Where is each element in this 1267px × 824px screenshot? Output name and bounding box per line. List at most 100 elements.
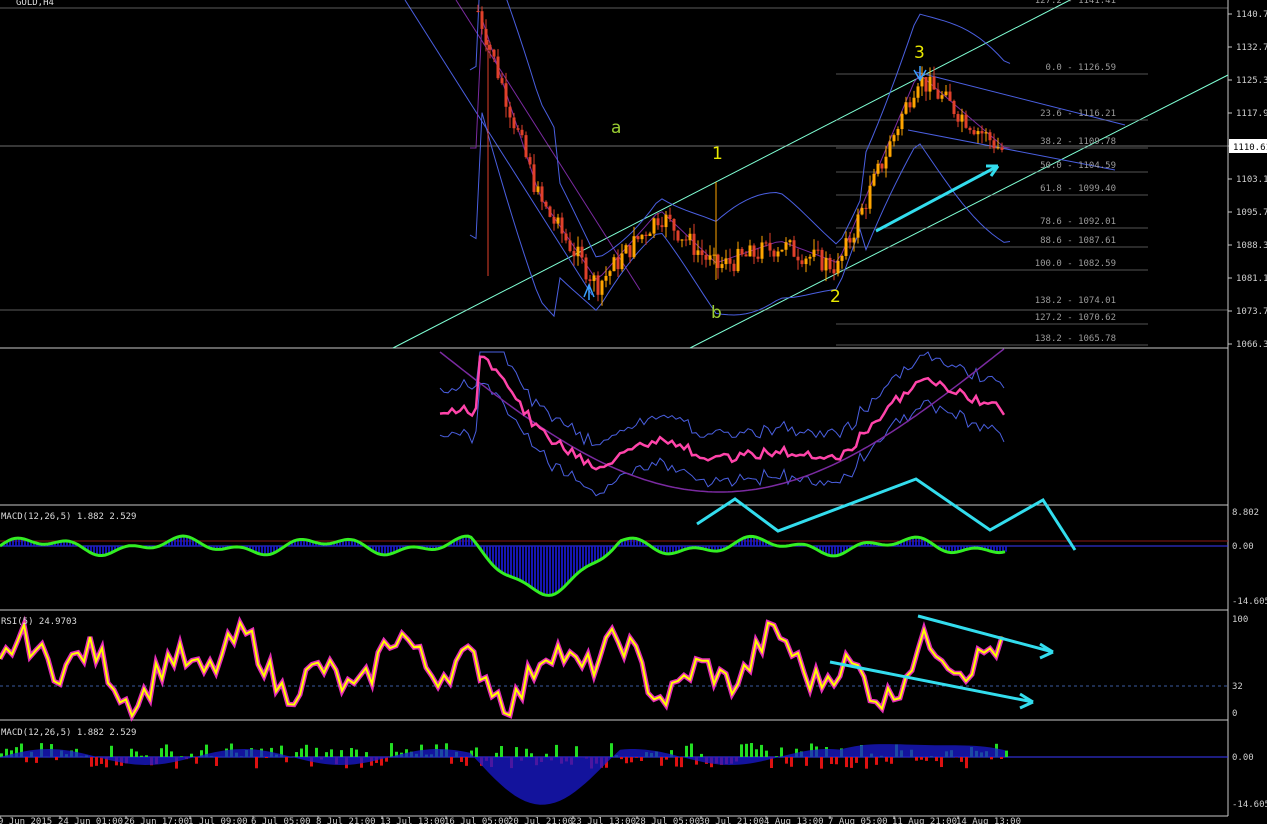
macd1-title: MACD(12,26,5) 1.882 2.529 bbox=[1, 512, 136, 522]
macd2-hist-bar bbox=[465, 757, 468, 766]
macd1-hist-bar bbox=[552, 546, 554, 595]
candle-body bbox=[924, 76, 928, 92]
macd2-hist-bar bbox=[690, 743, 693, 757]
price-tick-label: 1073.77 bbox=[1236, 307, 1267, 317]
candle-body bbox=[648, 233, 652, 236]
candle-body bbox=[964, 114, 968, 128]
macd2-hist-bar bbox=[350, 748, 353, 757]
candle-body bbox=[668, 214, 672, 219]
candle-body bbox=[680, 239, 684, 241]
macd1-hist-bar bbox=[525, 546, 527, 584]
macd2-hist-bar bbox=[255, 757, 258, 769]
candle-body bbox=[568, 240, 572, 252]
candle-body bbox=[476, 11, 480, 12]
macd2-hist-bar bbox=[90, 757, 93, 767]
macd1-hist-bar bbox=[540, 546, 542, 593]
fan-line-purple bbox=[455, 0, 641, 291]
candle-body bbox=[672, 218, 676, 231]
candle-body bbox=[732, 263, 736, 272]
trend-arrow-up bbox=[875, 164, 999, 233]
overlay-band-lower bbox=[439, 382, 1005, 497]
candle-body bbox=[992, 140, 996, 149]
candle-body bbox=[716, 254, 720, 268]
candle-body bbox=[760, 242, 764, 259]
macd1-hist-bar bbox=[519, 546, 521, 580]
candle-body bbox=[644, 234, 648, 236]
candle-body bbox=[868, 185, 872, 209]
macd2-title: MACD(12,26,5) 1.882 2.529 bbox=[1, 728, 136, 738]
macd2-hist-bar bbox=[845, 757, 848, 768]
candle-body bbox=[1000, 147, 1004, 150]
candle-body bbox=[492, 49, 496, 57]
trading-chart[interactable]: 127.2 - 1141.41 0.0 - 1126.59 23.6 - 1116.… bbox=[0, 0, 1267, 824]
macd2-hist-bar bbox=[285, 757, 288, 763]
macd1-hist-bar bbox=[501, 546, 503, 573]
candle-body bbox=[848, 238, 852, 243]
rsi-divergence-arrow-bottom bbox=[829, 660, 1034, 710]
macd2-hist-bar bbox=[965, 757, 968, 769]
candle-body bbox=[540, 186, 544, 202]
macd2-hist-bar bbox=[925, 757, 928, 761]
time-tick-label: 4 Aug 13:00 bbox=[764, 817, 824, 824]
candle-body bbox=[696, 250, 700, 255]
macd2-hist-bar bbox=[680, 757, 683, 768]
macd2-hist-bar bbox=[745, 743, 748, 757]
time-tick-label: 20 Jul 21:00 bbox=[508, 817, 573, 824]
macd2-hist-bar bbox=[830, 757, 833, 764]
candle-body bbox=[628, 245, 632, 258]
candle-body bbox=[780, 249, 784, 252]
time-tick-label: 23 Jul 13:00 bbox=[571, 817, 636, 824]
macd2-hist-bar bbox=[265, 757, 268, 759]
macd2-hist-bar bbox=[820, 757, 823, 769]
candle-body bbox=[724, 258, 728, 265]
macd2-hist-bar bbox=[500, 746, 503, 757]
macd1-hist-bar bbox=[591, 546, 593, 565]
macd2-hist-bar bbox=[475, 747, 478, 757]
candle-body bbox=[676, 230, 680, 241]
candle-body bbox=[872, 173, 876, 186]
candle-body bbox=[636, 236, 640, 240]
macd2-hist-bar bbox=[740, 744, 743, 757]
macd2-hist-bar bbox=[135, 751, 138, 757]
wave-2-label: 2 bbox=[830, 287, 841, 307]
candle-body bbox=[712, 254, 716, 256]
macd2-hist-bar bbox=[160, 748, 163, 757]
macd2-hist-bar bbox=[55, 757, 58, 761]
candle-body bbox=[580, 246, 584, 258]
candle-body bbox=[488, 44, 492, 50]
candle-body bbox=[904, 102, 908, 114]
macd2-hist-bar bbox=[555, 744, 558, 757]
macd2-hist-bar bbox=[625, 757, 628, 764]
candle-body bbox=[560, 217, 564, 234]
macd2-hist-bar bbox=[305, 744, 308, 757]
fib-level-label: 138.2 - 1074.01 bbox=[1035, 296, 1116, 306]
macd2-hist-bar bbox=[145, 755, 148, 757]
wave-b-label: b bbox=[711, 303, 722, 323]
macd1-hist-bar bbox=[579, 546, 581, 573]
candle-body bbox=[844, 238, 848, 256]
fib-level-label: 127.2 - 1070.62 bbox=[1035, 313, 1116, 323]
candle-body bbox=[888, 141, 892, 157]
candle-body bbox=[516, 128, 520, 130]
candle-body bbox=[584, 257, 588, 280]
candle-body bbox=[720, 264, 724, 268]
macd2-hist-bar bbox=[915, 757, 918, 761]
candle-body bbox=[948, 91, 952, 101]
candle-body bbox=[884, 156, 888, 169]
fib-level-label: 38.2 - 1109.78 bbox=[1040, 137, 1116, 147]
macd1-axis-label: 8.802 bbox=[1232, 508, 1259, 518]
candle-body bbox=[812, 249, 816, 257]
candle-body bbox=[632, 236, 636, 258]
macd2-hist-bar bbox=[805, 757, 808, 766]
macd2-hist-bar bbox=[920, 757, 923, 760]
candle-body bbox=[684, 239, 688, 241]
candle-body bbox=[932, 76, 936, 90]
macd2-hist-bar bbox=[525, 748, 528, 757]
bollinger-upper bbox=[469, 0, 1011, 258]
macd2-hist-bar bbox=[885, 757, 888, 762]
macd2-hist-bar bbox=[170, 751, 173, 757]
candle-body bbox=[860, 207, 864, 215]
macd2-hist-bar bbox=[1005, 750, 1008, 757]
candle-body bbox=[520, 129, 524, 136]
macd2-hist-bar bbox=[340, 750, 343, 757]
